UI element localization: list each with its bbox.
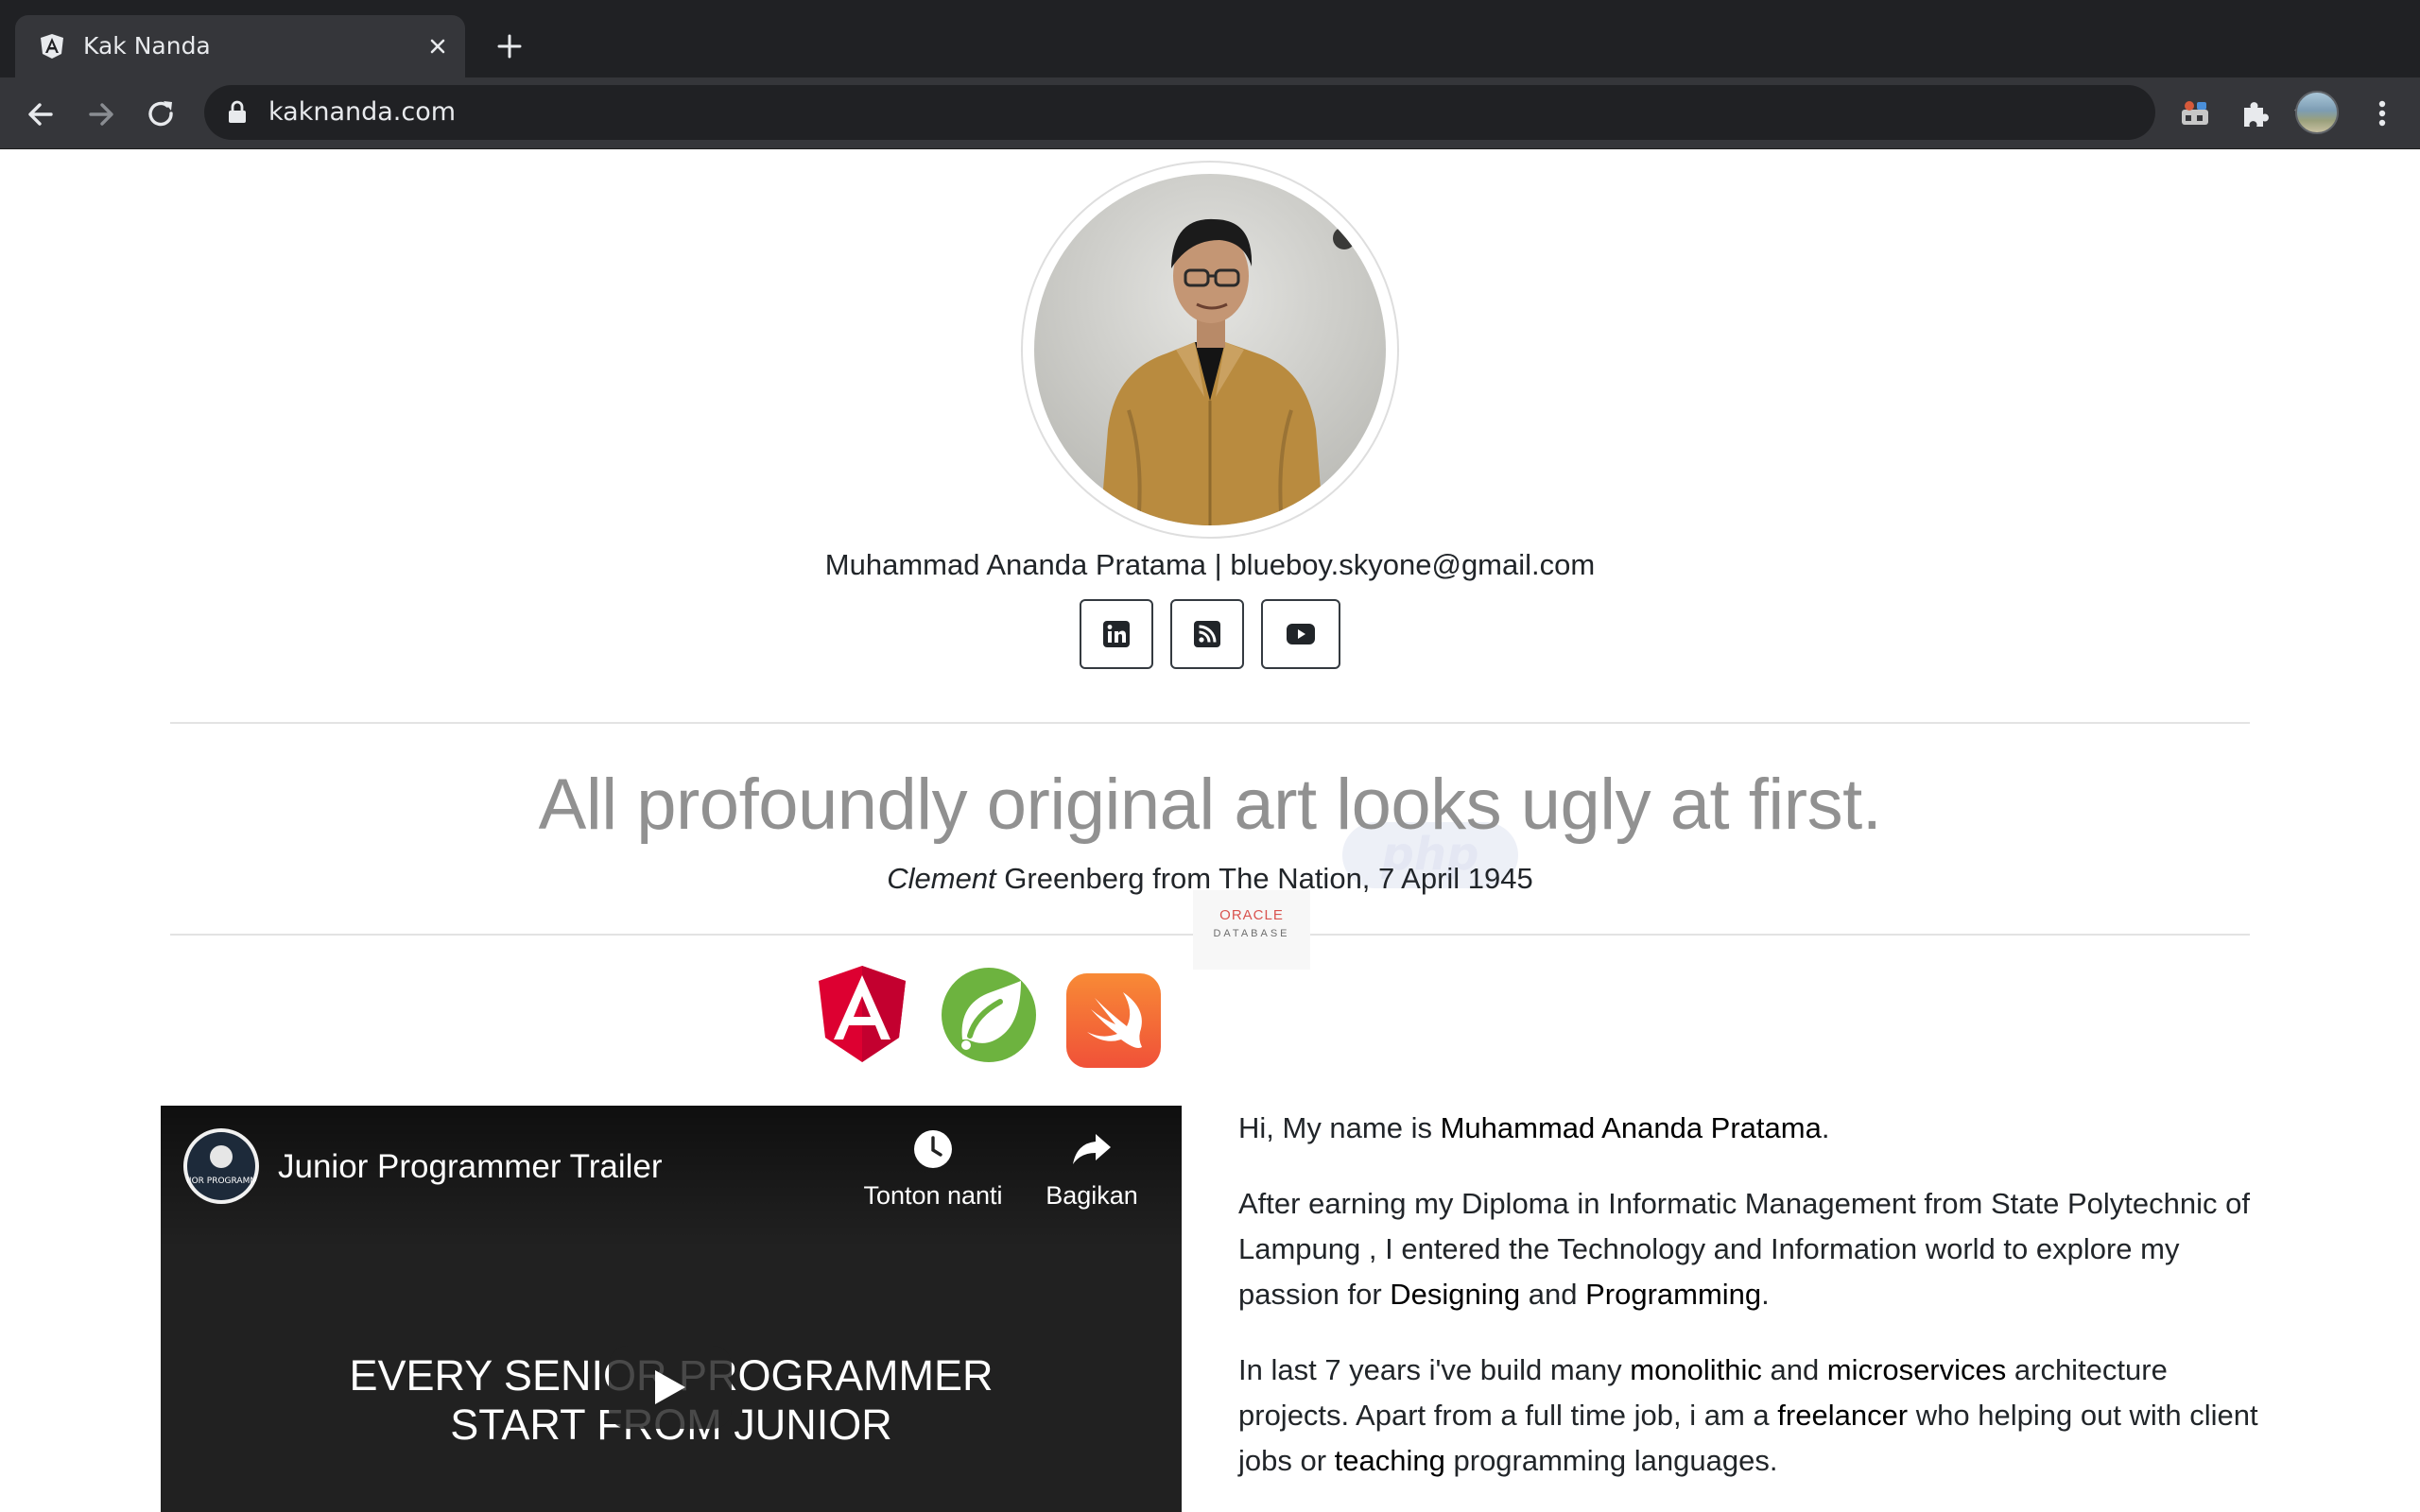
share-label: Bagikan (1046, 1181, 1138, 1210)
bio-highlight: microservices (1826, 1353, 2007, 1386)
bio-text: In last 7 years i've build many (1238, 1353, 1631, 1386)
bio-highlight: Programming (1585, 1278, 1762, 1311)
kebab-menu-icon[interactable] (2363, 94, 2401, 132)
bio-experience: In last 7 years i've build many monolith… (1238, 1348, 2259, 1484)
bio-text: Hi, My name is (1238, 1111, 1441, 1144)
lock-icon[interactable] (227, 100, 248, 125)
channel-name: JUNIOR PROGRAMMER (183, 1177, 259, 1186)
play-button[interactable] (609, 1346, 732, 1429)
rss-icon (1194, 621, 1220, 647)
bio-highlight: teaching (1334, 1444, 1445, 1477)
identity-separator: | (1214, 548, 1222, 581)
video-title[interactable]: Junior Programmer Trailer (278, 1147, 663, 1187)
oracle-product: DATABASE (1213, 928, 1290, 939)
profile-photo (1034, 174, 1386, 525)
youtube-button[interactable] (1261, 599, 1340, 669)
divider (170, 722, 2250, 724)
reload-icon[interactable] (144, 96, 180, 132)
angular-icon (819, 966, 906, 1062)
bio-text: and (1520, 1278, 1586, 1311)
page-content: Muhammad Ananda Pratama | blueboy.skyone… (0, 149, 2420, 1512)
bio-intro: Hi, My name is Muhammad Ananda Pratama. (1238, 1106, 2259, 1151)
forward-icon[interactable] (83, 96, 119, 132)
bio-highlight: Muhammad Ananda Pratama (1440, 1111, 1822, 1144)
browser-toolbar: kaknanda.com (0, 77, 2420, 149)
tab-strip: Kak Nanda (0, 0, 2420, 77)
share-icon (1073, 1134, 1111, 1164)
bio-highlight: freelancer (1777, 1399, 1909, 1432)
linkedin-icon (1103, 621, 1130, 647)
bio-text: . (1761, 1278, 1770, 1311)
url-text[interactable]: kaknanda.com (268, 96, 456, 129)
back-icon[interactable] (23, 96, 59, 132)
channel-avatar[interactable]: JUNIOR PROGRAMMER (183, 1128, 259, 1204)
quote-author-first: Clement (887, 862, 996, 895)
watch-later-label: Tonton nanti (863, 1181, 1003, 1210)
oracle-name: ORACLE (1219, 907, 1284, 923)
rss-button[interactable] (1170, 599, 1244, 669)
profile-photo-frame (1021, 161, 1399, 539)
browser-tab[interactable]: Kak Nanda (15, 15, 465, 77)
extensions-puzzle-icon[interactable] (2237, 94, 2274, 132)
profile-email[interactable]: blueboy.skyone@gmail.com (1230, 548, 1595, 581)
profile-name: Muhammad Ananda Pratama (824, 548, 1207, 581)
play-icon (655, 1370, 685, 1404)
clock-icon (914, 1130, 952, 1168)
bio-education: After earning my Diploma in Informatic M… (1238, 1181, 2259, 1317)
bio-highlight: Designing (1390, 1278, 1521, 1311)
new-tab-icon[interactable] (493, 30, 526, 62)
bio-text: programming languages. (1444, 1444, 1778, 1477)
bio-text: . (1821, 1111, 1830, 1144)
bio-text: and (1761, 1353, 1827, 1386)
spring-icon (942, 968, 1036, 1062)
youtube-icon (1287, 624, 1315, 644)
watch-later-button[interactable]: Tonton nanti (853, 1128, 1013, 1223)
swift-icon (1066, 973, 1161, 1068)
angular-icon (41, 34, 63, 59)
extension-icon[interactable] (2176, 94, 2214, 132)
profile-avatar[interactable] (2295, 91, 2339, 134)
bio-section: Hi, My name is Muhammad Ananda Pratama. … (1238, 1106, 2259, 1512)
oracle-database-logo: ORACLE DATABASE (1193, 890, 1310, 970)
bio-highlight: monolithic (1630, 1353, 1762, 1386)
tab-title: Kak Nanda (83, 32, 211, 60)
profile-identity: Muhammad Ananda Pratama | blueboy.skyone… (0, 546, 2420, 584)
video-player[interactable]: JUNIOR PROGRAMMER Junior Programmer Trai… (161, 1106, 1182, 1512)
quote-text: All profoundly original art looks ugly a… (538, 765, 1882, 845)
share-button[interactable]: Bagikan (1011, 1128, 1172, 1223)
address-bar[interactable]: kaknanda.com (204, 85, 2323, 140)
linkedin-button[interactable] (1080, 599, 1153, 669)
close-icon[interactable] (424, 32, 452, 60)
